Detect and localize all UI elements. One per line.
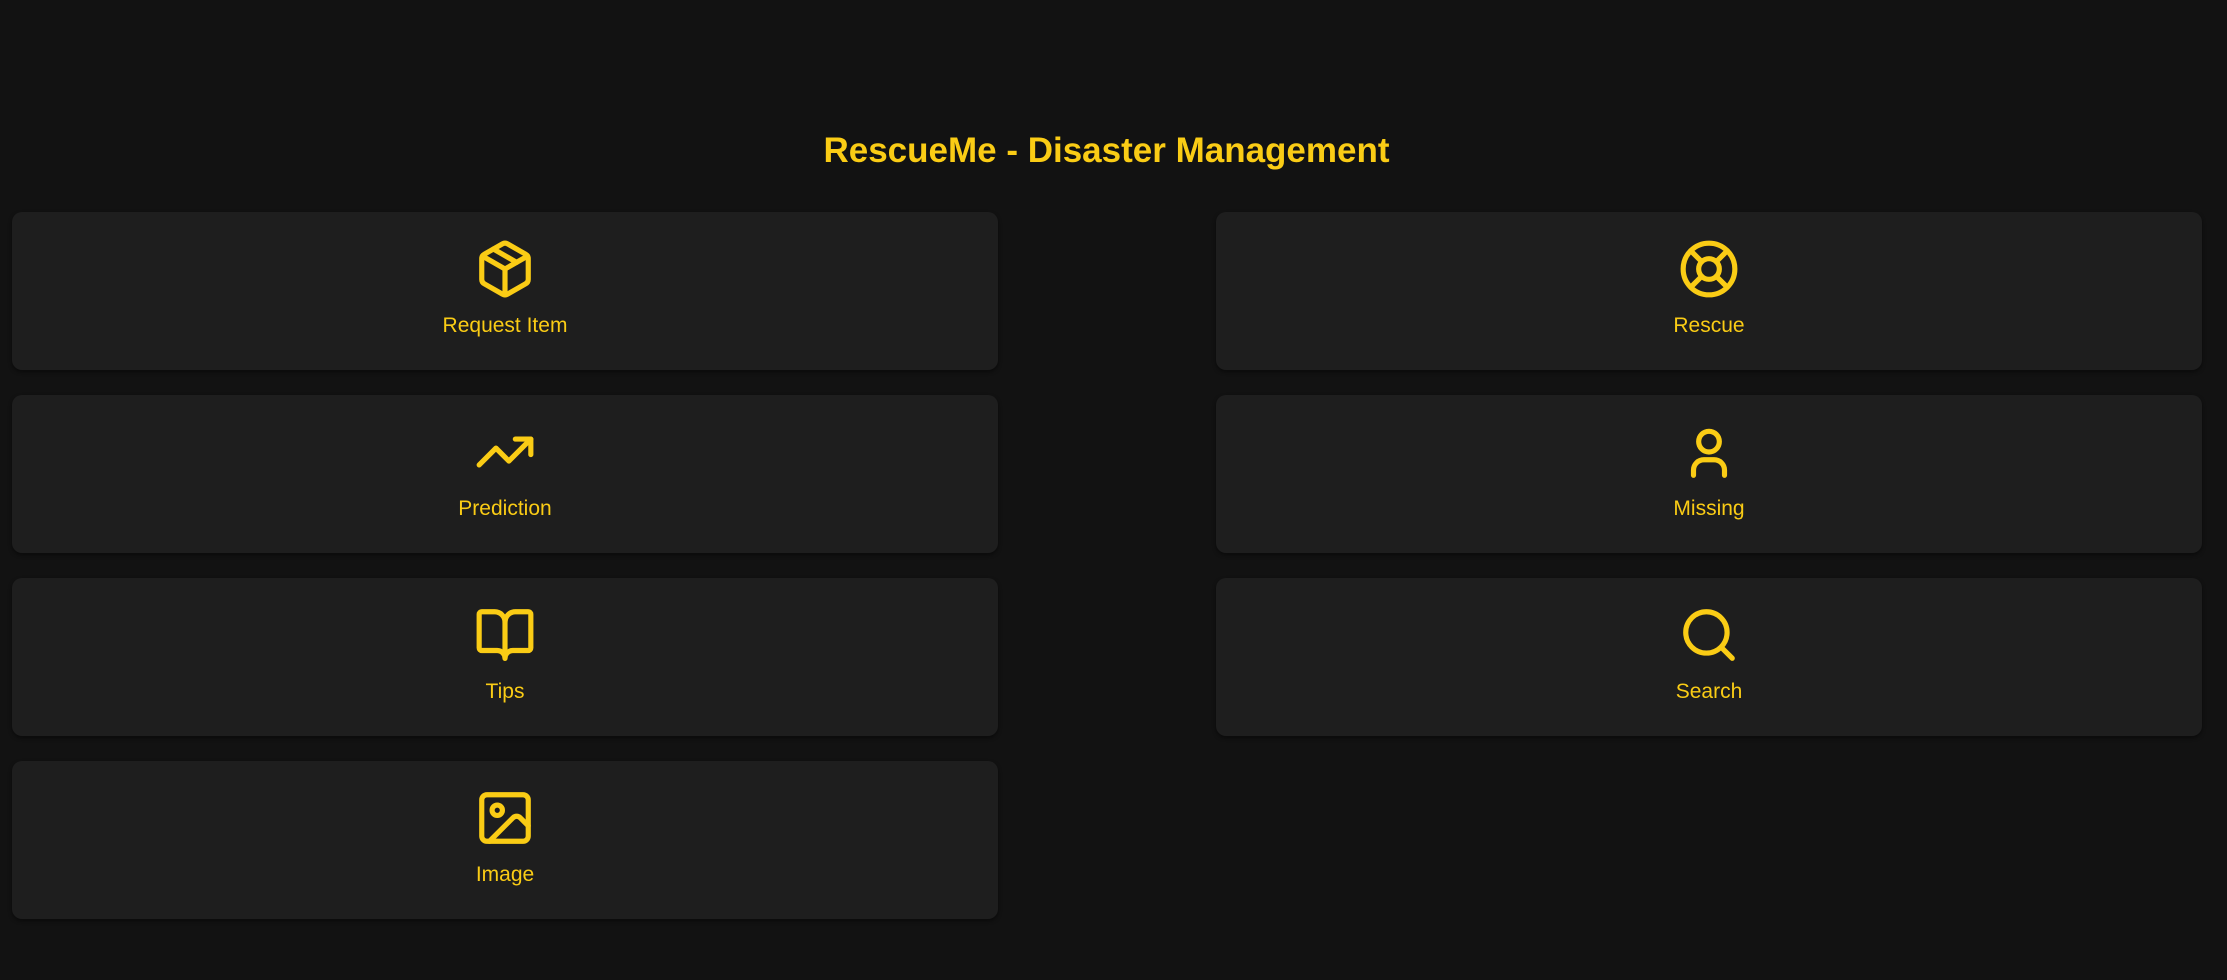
tips-label: Tips — [485, 680, 525, 703]
menu-grid: Request Item Rescue Prediction Missing T… — [12, 212, 2202, 919]
dashboard-page: RescueMe - Disaster Management Request I… — [0, 0, 2227, 980]
image-icon — [474, 787, 536, 849]
request-item-label: Request Item — [442, 314, 568, 337]
search-card[interactable]: Search — [1216, 578, 2202, 736]
request-item-card[interactable]: Request Item — [12, 212, 998, 370]
package-icon — [474, 238, 536, 300]
page-title: RescueMe - Disaster Management — [823, 131, 1390, 170]
trending-up-icon — [474, 421, 536, 483]
image-card[interactable]: Image — [12, 761, 998, 919]
book-open-icon — [474, 604, 536, 666]
image-label: Image — [475, 863, 535, 886]
search-label: Search — [1675, 680, 1743, 703]
search-icon — [1678, 604, 1740, 666]
missing-card[interactable]: Missing — [1216, 395, 2202, 553]
life-buoy-icon — [1678, 238, 1740, 300]
prediction-label: Prediction — [458, 497, 552, 520]
user-icon — [1678, 421, 1740, 483]
rescue-label: Rescue — [1673, 314, 1745, 337]
prediction-card[interactable]: Prediction — [12, 395, 998, 553]
tips-card[interactable]: Tips — [12, 578, 998, 736]
rescue-card[interactable]: Rescue — [1216, 212, 2202, 370]
missing-label: Missing — [1673, 497, 1745, 520]
